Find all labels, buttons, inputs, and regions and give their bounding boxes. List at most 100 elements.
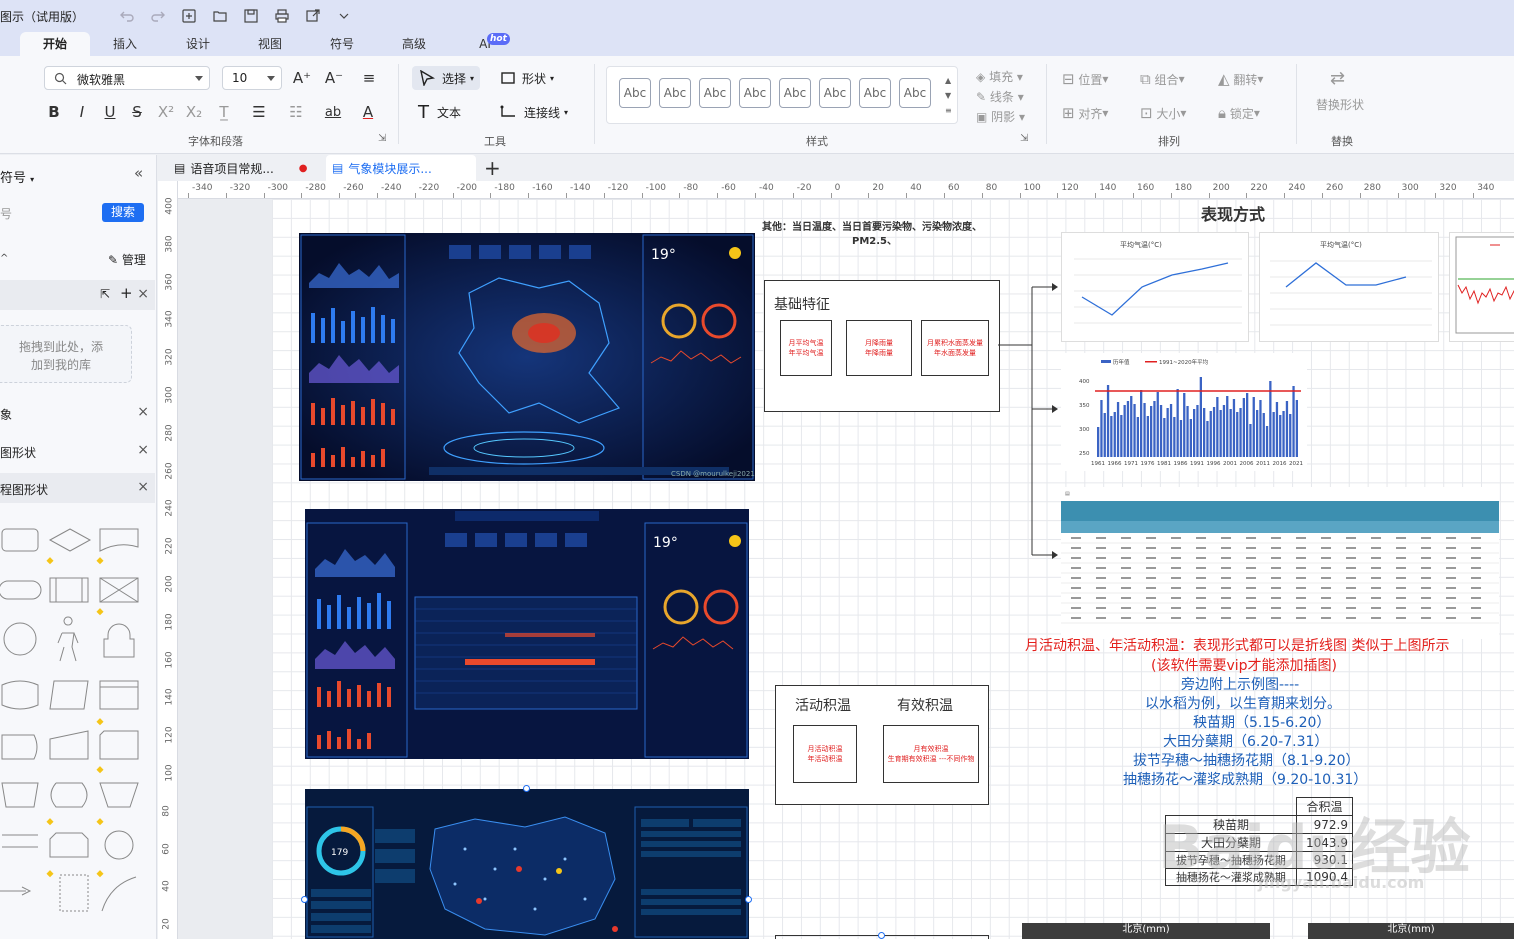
italic-icon[interactable]: I bbox=[72, 101, 92, 123]
flip-button[interactable]: ◭ 翻转 ▾ bbox=[1218, 70, 1263, 88]
style-sample[interactable]: Abc bbox=[779, 78, 811, 108]
library-section[interactable]: 图形状 × bbox=[0, 436, 155, 466]
bold-icon[interactable]: B bbox=[44, 101, 64, 123]
shape-tool-button[interactable]: 形状 ▾ bbox=[500, 66, 554, 90]
export-icon[interactable] bbox=[302, 5, 324, 27]
text-style-icon[interactable]: T̲ bbox=[212, 101, 236, 123]
dashboard-image-1[interactable]: 19° CSDN @mourulkeji2021 bbox=[299, 233, 755, 481]
print-icon[interactable] bbox=[271, 5, 293, 27]
gallery-scroll-icon[interactable]: ▲ ▼ ≡ bbox=[945, 73, 952, 118]
redo-icon[interactable] bbox=[147, 5, 169, 27]
style-sample[interactable]: Abc bbox=[739, 78, 771, 108]
doc-tab-voice[interactable]: ▤ 语音项目常规... ● bbox=[174, 155, 308, 181]
line-chart-2[interactable]: 平均气温(°C) bbox=[1259, 232, 1439, 342]
font-color-icon[interactable]: A bbox=[356, 101, 380, 123]
presentation-heading[interactable]: 表现方式 bbox=[1201, 201, 1265, 225]
superscript-icon[interactable]: X² bbox=[155, 101, 177, 123]
manage-button[interactable]: ✎ 管理 bbox=[108, 251, 146, 268]
undo-icon[interactable] bbox=[116, 5, 138, 27]
expand-chevron-icon[interactable]: ^ bbox=[0, 253, 8, 264]
library-section[interactable]: 程图形状 × bbox=[0, 473, 155, 503]
tab-insert[interactable]: 插入 bbox=[102, 32, 148, 56]
basic-feature-item[interactable]: 月平均气温 年平均气温 bbox=[780, 320, 832, 376]
dashboard-image-3[interactable]: 179 bbox=[305, 789, 749, 939]
font-grow-icon[interactable]: A⁺ bbox=[290, 67, 314, 89]
tab-view[interactable]: 视图 bbox=[247, 32, 293, 56]
line-chart-1[interactable]: 平均气温(°C) bbox=[1061, 232, 1249, 342]
tab-ai[interactable]: AI hot bbox=[470, 32, 510, 56]
basic-feature-item[interactable]: 月累积水面蒸发量 年水面蒸发量 bbox=[921, 320, 989, 376]
text-line[interactable]: 大田分蘖期（6.20-7.31） bbox=[1163, 731, 1328, 751]
style-sample[interactable]: Abc bbox=[619, 78, 651, 108]
connector-lines[interactable] bbox=[998, 279, 1060, 579]
other-features-note-2[interactable]: PM2.5、 bbox=[852, 232, 897, 247]
other-features-note[interactable]: 其他：当日温度、当日首要污染物、污染物浓度、 bbox=[762, 218, 982, 233]
replace-shape-button[interactable]: 替换形状 bbox=[1316, 96, 1364, 113]
text-line[interactable]: 秧苗期（5.15-6.20） bbox=[1193, 712, 1330, 732]
text-tool-button[interactable]: T 文本 bbox=[418, 100, 461, 124]
text-line[interactable]: 拔节孕穗～抽穗扬花期（8.1-9.20） bbox=[1133, 750, 1360, 770]
accumulated-temperature-box[interactable]: 活动积温 有效积温 月活动积温 年活动积温 月有效积温 生育期有效积温 ---不… bbox=[775, 685, 989, 805]
tab-start[interactable]: 开始 bbox=[20, 32, 90, 56]
style-sample[interactable]: Abc bbox=[819, 78, 851, 108]
close-icon[interactable]: × bbox=[137, 479, 149, 495]
library-drop-zone[interactable]: 拖拽到此处，添 加到我的库 bbox=[0, 325, 132, 383]
data-table-image[interactable]: ▤ bbox=[1061, 487, 1499, 639]
flowchart-shapes-grid[interactable] bbox=[0, 515, 150, 935]
dashboard-image-2[interactable]: 19° bbox=[305, 509, 749, 759]
selection-handle[interactable] bbox=[745, 896, 752, 903]
new-tab-icon[interactable]: + bbox=[484, 156, 501, 180]
save-icon[interactable] bbox=[240, 5, 262, 27]
font-family-select[interactable]: 微软雅黑 bbox=[44, 66, 210, 90]
more-chevron-icon[interactable] bbox=[333, 5, 355, 27]
font-shrink-icon[interactable]: A⁻ bbox=[322, 67, 346, 89]
close-icon[interactable]: × bbox=[137, 286, 149, 302]
position-button[interactable]: ⊟ 位置 ▾ bbox=[1062, 70, 1108, 88]
text-line[interactable]: (该软件需要vip才能添加插图) bbox=[1151, 655, 1337, 675]
selection-handle[interactable] bbox=[301, 896, 308, 903]
library-section[interactable]: 象 × bbox=[0, 398, 155, 428]
open-folder-icon[interactable] bbox=[209, 5, 231, 27]
collapse-panel-icon[interactable]: « bbox=[134, 164, 143, 182]
bullet-list-icon[interactable]: ☷ bbox=[283, 101, 309, 123]
annual-bar-chart[interactable]: 历年值 1991~2020年平均 400 350 300 250 1961 196… bbox=[1061, 353, 1307, 471]
align-text-icon[interactable]: ≡ bbox=[356, 67, 382, 89]
text-line[interactable]: 月活动积温、年活动积温：表现形式都可以是折线图 类似于上图所示 bbox=[1025, 635, 1449, 655]
style-sample[interactable]: Abc bbox=[859, 78, 891, 108]
doc-tab-weather[interactable]: ▤ 气象模块展示... bbox=[326, 155, 476, 181]
align-button[interactable]: ⊞ 对齐 ▾ bbox=[1062, 104, 1108, 122]
add-icon[interactable]: + bbox=[120, 284, 133, 302]
dialog-launcher-icon[interactable]: ⇲ bbox=[378, 133, 386, 144]
basic-feature-item[interactable]: 月降雨量 年降雨量 bbox=[846, 320, 912, 376]
size-button[interactable]: ⊡ 大小 ▾ bbox=[1140, 104, 1186, 122]
selection-handle[interactable] bbox=[523, 785, 530, 792]
shadow-button[interactable]: ▣ 阴影 ▾ bbox=[976, 108, 1025, 125]
line-chart-3[interactable] bbox=[1449, 232, 1514, 342]
text-line[interactable]: 旁边附上示例图---- bbox=[1181, 674, 1299, 694]
new-file-icon[interactable] bbox=[178, 5, 200, 27]
accum-item[interactable]: 月活动积温 年活动积温 bbox=[793, 725, 857, 783]
subscript-icon[interactable]: X₂ bbox=[183, 101, 205, 123]
text-line[interactable]: 抽穗扬花～灌浆成熟期（9.20-10.31） bbox=[1123, 769, 1367, 789]
style-sample[interactable]: Abc bbox=[899, 78, 931, 108]
connector-tool-button[interactable]: 连接线 ▾ bbox=[500, 100, 568, 124]
style-sample[interactable]: Abc bbox=[659, 78, 691, 108]
basic-features-box[interactable]: 基础特征 月平均气温 年平均气温 月降雨量 年降雨量 月累积水面蒸发量 年水面蒸… bbox=[764, 280, 1000, 412]
symbol-panel-title[interactable]: 符号 ▾ bbox=[0, 167, 34, 186]
bottom-chart-header[interactable]: 北京(mm) bbox=[1308, 923, 1514, 939]
tab-design[interactable]: 设计 bbox=[175, 32, 221, 56]
group-button[interactable]: ⧉ 组合 ▾ bbox=[1140, 70, 1185, 88]
underline-icon[interactable]: U bbox=[100, 101, 120, 123]
lock-button[interactable]: 🔒︎ 锁定 ▾ bbox=[1218, 104, 1260, 122]
import-icon[interactable]: ⇱ bbox=[100, 287, 110, 301]
line-spacing-icon[interactable]: ☰ bbox=[246, 101, 272, 123]
selection-handle[interactable] bbox=[878, 932, 885, 939]
highlight-icon[interactable]: ab bbox=[320, 101, 346, 123]
accum-item[interactable]: 月有效积温 生育期有效积温 ---不同作物 bbox=[883, 725, 979, 783]
bottom-chart-header[interactable]: 北京(mm) bbox=[1022, 923, 1270, 939]
select-tool-button[interactable]: 选择 ▾ bbox=[412, 66, 481, 90]
drawing-canvas[interactable]: 19° CSDN @mourulkeji2021 19° 179 其他：当日温度… bbox=[178, 199, 1514, 939]
style-sample[interactable]: Abc bbox=[699, 78, 731, 108]
tab-symbol[interactable]: 符号 bbox=[319, 32, 365, 56]
close-icon[interactable]: × bbox=[137, 442, 149, 458]
